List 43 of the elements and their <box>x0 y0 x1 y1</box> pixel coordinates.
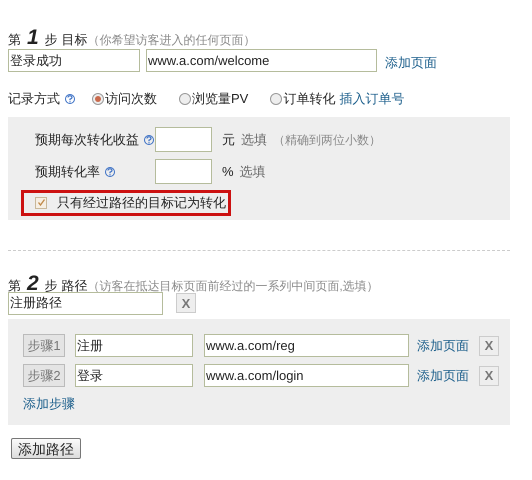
step-url-field[interactable]: www.a.com/reg <box>204 334 409 357</box>
step-number: 1 <box>27 25 39 51</box>
radio-option[interactable]: 订单转化 <box>270 88 336 108</box>
precision-note: （精确到两位小数） <box>273 132 381 148</box>
step-name-field[interactable]: 注册 <box>75 334 193 357</box>
goal-url-field[interactable]: www.a.com/welcome <box>146 49 377 72</box>
add-link[interactable]: 添加步骤 <box>23 394 75 413</box>
optional-note: 选填 <box>241 130 267 149</box>
remove-button[interactable]: X <box>479 366 499 386</box>
step-badge: 步骤2 <box>23 364 65 387</box>
radio-option[interactable]: 浏览量PV <box>179 88 248 108</box>
step-hint: （你希望访客进入的任何页面） <box>87 32 256 49</box>
remove-button[interactable]: X <box>176 293 196 313</box>
step-badge: 步骤1 <box>23 334 65 357</box>
step-name-field[interactable]: 登录 <box>75 364 193 387</box>
record-label: 记录方式 <box>8 90 60 108</box>
step-label: 第 <box>8 31 21 49</box>
add-link[interactable]: 添加页面 <box>385 53 437 72</box>
value-field[interactable] <box>155 127 212 152</box>
help-icon[interactable] <box>144 134 154 144</box>
step-title: 步 目标 <box>44 31 88 49</box>
checkbox-label: 只有经过路径的目标记为转化 <box>57 194 226 212</box>
checkbox[interactable] <box>35 196 47 208</box>
field-label: 预期转化率 <box>35 162 100 181</box>
path-name-field[interactable]: 注册路径 <box>8 292 163 314</box>
field-label: 预期每次转化收益 <box>35 130 139 149</box>
help-icon[interactable] <box>105 166 115 176</box>
unit-label: 元 <box>222 130 235 149</box>
step-label: 第 <box>8 276 21 294</box>
step-hint: （访客在抵达目标页面前经过的一系列中间页面,选填） <box>87 278 379 294</box>
step-url-field[interactable]: www.a.com/login <box>204 364 409 387</box>
add-link[interactable]: 添加页面 <box>417 366 469 386</box>
add-link[interactable]: 插入订单号 <box>339 88 404 108</box>
remove-button[interactable]: X <box>479 336 499 356</box>
optional-note: 选填 <box>240 162 266 181</box>
radio-option[interactable]: 访问次数 <box>92 88 157 108</box>
add-path-button[interactable]: 添加路径 <box>11 438 81 459</box>
add-link[interactable]: 添加页面 <box>417 336 469 356</box>
unit-label: % <box>222 162 234 181</box>
step-title: 步 路径 <box>44 276 88 294</box>
goal-name-field[interactable]: 登录成功 <box>8 49 140 72</box>
value-field[interactable] <box>155 159 212 184</box>
help-icon[interactable] <box>65 94 75 104</box>
